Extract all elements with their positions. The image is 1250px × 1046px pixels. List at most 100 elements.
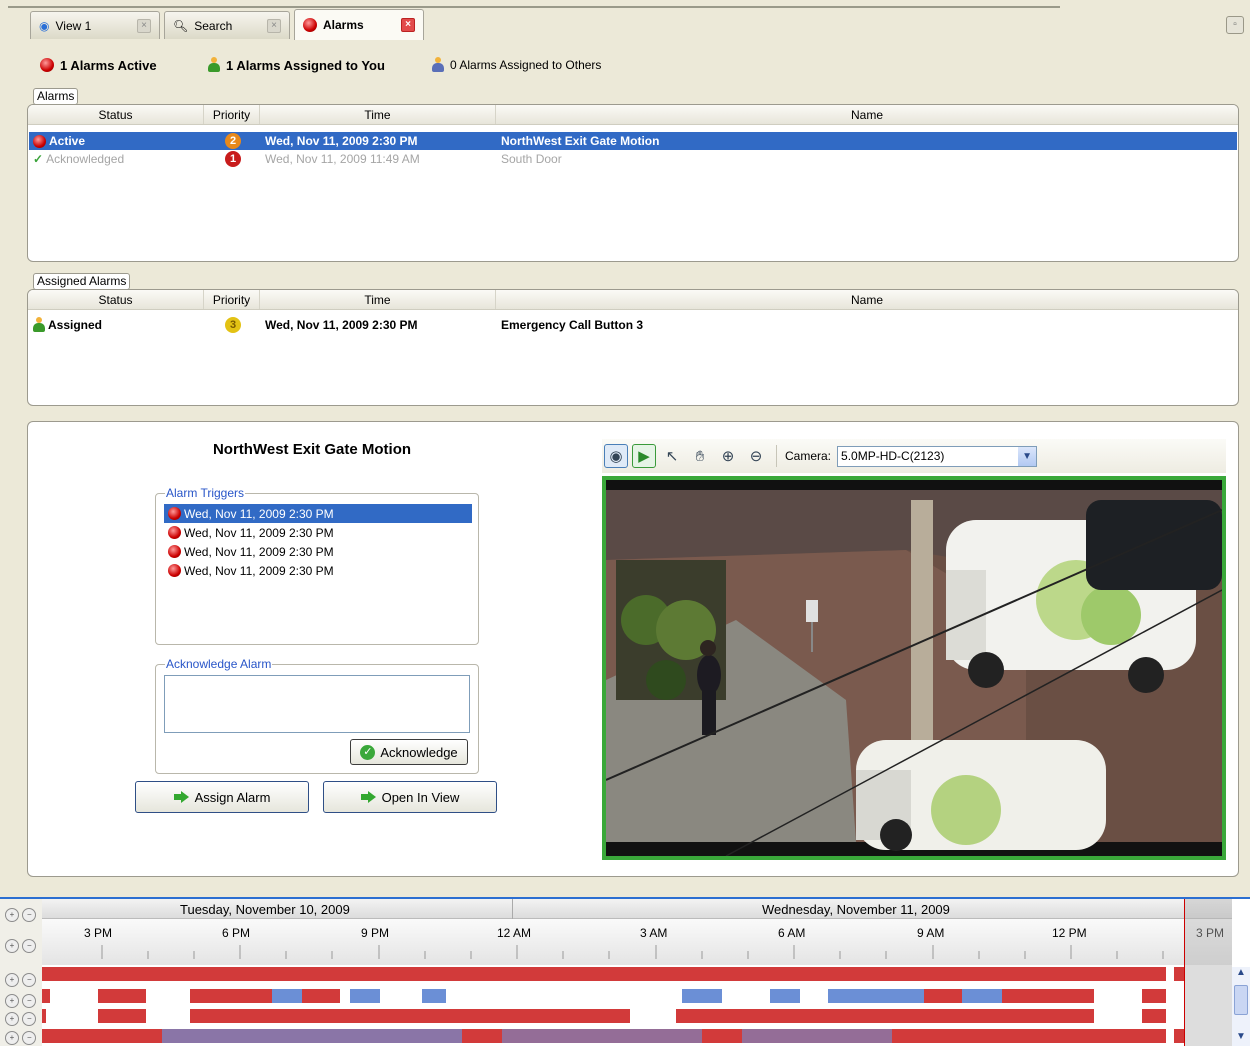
timeline[interactable]: + − + − + − + − + − + − Tuesday, Novembe… xyxy=(0,897,1250,1046)
expand-icon[interactable]: + xyxy=(5,1031,19,1045)
time-cell: Wed, Nov 11, 2009 2:30 PM xyxy=(265,318,418,332)
tab-view-1[interactable]: ◉ View 1 × xyxy=(30,11,160,39)
expand-icon[interactable]: + xyxy=(5,973,19,987)
collapse-icon[interactable]: − xyxy=(22,1031,37,1045)
column-header-name[interactable]: Name xyxy=(496,105,1238,124)
priority-badge: 2 xyxy=(225,133,241,149)
column-header-name[interactable]: Name xyxy=(496,290,1238,309)
hour-label: 12 AM xyxy=(497,926,532,940)
track-event-row xyxy=(42,1009,1166,1023)
camera-scene-image xyxy=(606,480,1222,856)
open-in-view-button[interactable]: Open In View xyxy=(323,781,497,813)
track-activity-row xyxy=(42,1029,1184,1043)
camera-toolbar: ◉ ▶ ↖ ✋︎ ⊕ ⊖ Camera: 5.0MP-HD-C(2123) ▼ xyxy=(602,439,1226,473)
trigger-time: Wed, Nov 11, 2009 2:30 PM xyxy=(184,544,334,559)
zoom-out-icon[interactable]: − xyxy=(22,908,37,922)
close-tab-icon[interactable]: × xyxy=(137,18,151,33)
time-cell: Wed, Nov 11, 2009 11:49 AM xyxy=(265,152,420,166)
timeline-scrollbar[interactable]: ▲ ▼ xyxy=(1232,967,1250,1046)
acknowledge-note-input[interactable] xyxy=(164,675,470,733)
pan-hand-icon[interactable]: ✋︎ xyxy=(688,444,712,468)
collapse-icon[interactable]: − xyxy=(22,994,37,1008)
acknowledge-group: ✓ Acknowledge xyxy=(155,664,479,774)
timeline-hour-ruler: 3 PM 6 PM 9 PM 12 AM 3 AM 6 AM 9 AM 12 P… xyxy=(42,919,1232,965)
column-header-status[interactable]: Status xyxy=(28,105,204,124)
zoom-in-icon[interactable]: + xyxy=(5,908,19,922)
zoom-in-icon[interactable]: + xyxy=(5,939,19,953)
alarm-icon xyxy=(168,526,181,539)
zoom-out-icon[interactable]: − xyxy=(22,939,37,953)
name-cell: NorthWest Exit Gate Motion xyxy=(501,134,660,148)
user-icon xyxy=(208,57,220,73)
user-icon xyxy=(33,317,45,333)
alarm-icon xyxy=(303,18,317,32)
date-label: Tuesday, November 10, 2009 xyxy=(180,902,350,917)
time-cell: Wed, Nov 11, 2009 2:30 PM xyxy=(265,134,418,148)
collapse-icon[interactable]: − xyxy=(22,1012,37,1026)
column-header-time[interactable]: Time xyxy=(260,105,496,124)
camera-label: Camera: xyxy=(785,449,832,463)
triggers-list: Wed, Nov 11, 2009 2:30 PM Wed, Nov 11, 2… xyxy=(164,504,472,580)
close-tab-icon[interactable]: × xyxy=(267,18,281,33)
hour-label: 3 PM xyxy=(84,926,113,940)
table-row[interactable]: Assigned 3 Wed, Nov 11, 2009 2:30 PM Eme… xyxy=(29,316,1237,334)
camera-selected-value: 5.0MP-HD-C(2123) xyxy=(841,449,945,463)
assign-alarm-label: Assign Alarm xyxy=(194,789,271,805)
restore-icon[interactable]: ▫ xyxy=(1226,16,1244,34)
scroll-thumb[interactable] xyxy=(1234,985,1248,1015)
scroll-up-icon[interactable]: ▲ xyxy=(1232,967,1250,983)
pointer-icon[interactable]: ↖ xyxy=(660,444,684,468)
hour-label: 3 AM xyxy=(640,926,668,940)
expand-icon[interactable]: + xyxy=(5,1012,19,1026)
list-item[interactable]: Wed, Nov 11, 2009 2:30 PM xyxy=(164,542,472,561)
grid-header: Status Priority Time Name xyxy=(28,290,1238,310)
current-time-marker[interactable] xyxy=(1184,899,1185,1046)
arrow-right-icon xyxy=(360,791,377,803)
list-item[interactable]: Wed, Nov 11, 2009 2:30 PM xyxy=(164,504,472,523)
column-header-priority[interactable]: Priority xyxy=(204,105,260,124)
playback-icon[interactable]: ▶ xyxy=(632,444,656,468)
tab-search[interactable]: 🔍︎ Search × xyxy=(164,11,290,39)
alarm-triggers-legend: Alarm Triggers xyxy=(165,486,246,500)
alarms-panel-title: Alarms xyxy=(33,88,79,105)
alarm-icon xyxy=(168,564,181,577)
track-recording-bar xyxy=(42,967,1166,981)
list-item[interactable]: Wed, Nov 11, 2009 2:30 PM xyxy=(164,561,472,580)
column-header-time[interactable]: Time xyxy=(260,290,496,309)
acknowledge-button[interactable]: ✓ Acknowledge xyxy=(350,739,468,765)
camera-video[interactable] xyxy=(602,476,1226,860)
alarm-triggers-group: Wed, Nov 11, 2009 2:30 PM Wed, Nov 11, 2… xyxy=(155,493,479,645)
list-item[interactable]: Wed, Nov 11, 2009 2:30 PM xyxy=(164,523,472,542)
trigger-time: Wed, Nov 11, 2009 2:30 PM xyxy=(184,525,334,540)
chevron-down-icon[interactable]: ▼ xyxy=(1018,446,1037,466)
trigger-time: Wed, Nov 11, 2009 2:30 PM xyxy=(184,563,334,578)
zoom-in-icon[interactable]: ⊕ xyxy=(716,444,740,468)
column-header-status[interactable]: Status xyxy=(28,290,204,309)
column-header-priority[interactable]: Priority xyxy=(204,290,260,309)
alarm-icon xyxy=(40,58,54,72)
timeline-zoom-row: + − xyxy=(5,992,37,1008)
alarm-detail-panel: NorthWest Exit Gate Motion Wed, Nov 11, … xyxy=(27,421,1239,877)
assigned-panel-title: Assigned Alarms xyxy=(33,273,131,290)
camera-select[interactable]: 5.0MP-HD-C(2123) ▼ xyxy=(837,445,1038,467)
alarm-icon xyxy=(168,507,181,520)
assign-alarm-button[interactable]: Assign Alarm xyxy=(135,781,309,813)
close-tab-icon[interactable]: × xyxy=(401,18,415,32)
timeline-zoom-row: + − xyxy=(5,1010,37,1026)
assigned-to-others-label: 0 Alarms Assigned to Others xyxy=(450,58,602,72)
timeline-controls: + − + − + − + − + − + − xyxy=(0,899,42,1046)
zoom-out-icon[interactable]: ⊖ xyxy=(744,444,768,468)
scroll-down-icon[interactable]: ▼ xyxy=(1232,1031,1250,1046)
table-row[interactable]: ✓ Acknowledged 1 Wed, Nov 11, 2009 11:49… xyxy=(29,150,1237,168)
tab-alarms[interactable]: Alarms × xyxy=(294,9,424,40)
table-row[interactable]: Active 2 Wed, Nov 11, 2009 2:30 PM North… xyxy=(29,132,1237,150)
expand-icon[interactable]: + xyxy=(5,994,19,1008)
collapse-icon[interactable]: − xyxy=(22,973,37,987)
tab-label: Search xyxy=(194,18,233,33)
assigned-to-you-label: 1 Alarms Assigned to You xyxy=(226,57,385,73)
acknowledge-legend: Acknowledge Alarm xyxy=(165,657,273,671)
assigned-to-you-summary: 1 Alarms Assigned to You xyxy=(208,56,385,74)
live-view-icon[interactable]: ◉ xyxy=(604,444,628,468)
open-in-view-label: Open In View xyxy=(381,789,460,805)
timeline-date-header: Tuesday, November 10, 2009 Wednesday, No… xyxy=(42,899,1232,919)
